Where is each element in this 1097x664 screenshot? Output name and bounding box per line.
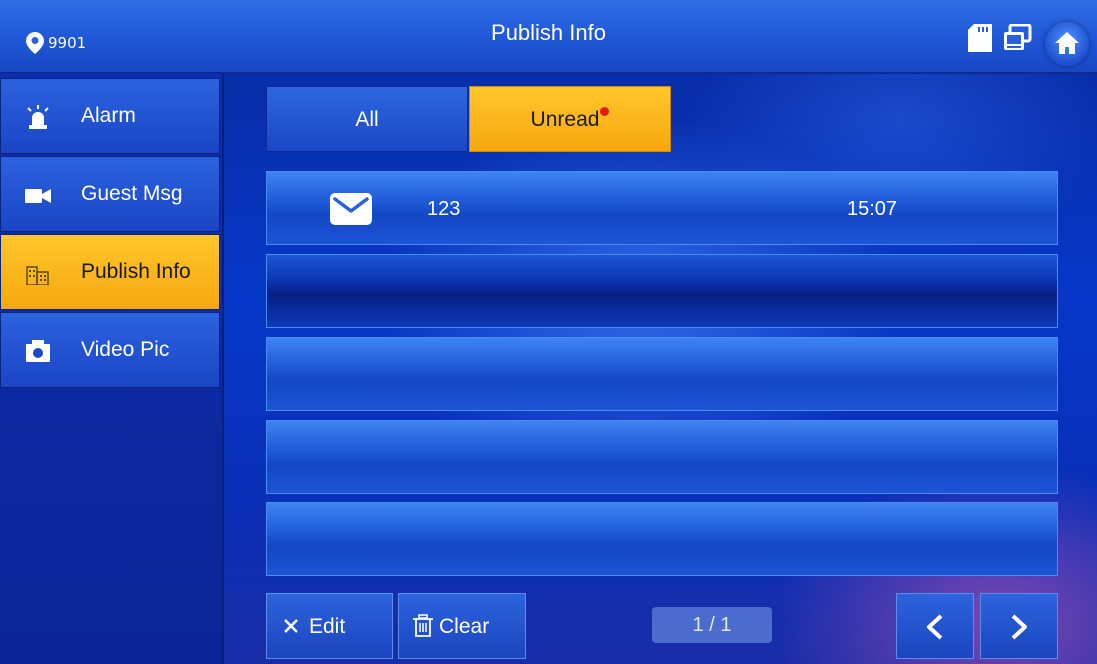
sidebar-item-label: Guest Msg (81, 182, 183, 205)
sidebar-item-label: Publish Info (81, 260, 191, 283)
top-bar: 9901 Publish Info (0, 0, 1097, 74)
message-title: 123 (427, 198, 461, 220)
next-page-button[interactable] (980, 593, 1058, 659)
sidebar-item-alarm[interactable]: Alarm (0, 78, 220, 154)
tab-all-label: All (355, 108, 379, 131)
close-x-icon (284, 619, 298, 633)
clear-button[interactable]: Clear (398, 593, 526, 659)
message-row-empty[interactable] (266, 337, 1058, 411)
sd-card-icon (968, 24, 992, 52)
publish-info-screen: 9901 Publish Info Alarm Guest Msg Publis… (0, 0, 1097, 664)
sidebar: Alarm Guest Msg Publish Info Video Pic (0, 74, 224, 664)
tab-unread[interactable]: Unread (469, 86, 671, 152)
message-row-empty[interactable] (266, 420, 1058, 494)
sidebar-item-label: Video Pic (81, 338, 170, 361)
prev-page-button[interactable] (896, 593, 974, 659)
sidebar-item-publish-info[interactable]: Publish Info (0, 234, 220, 310)
tab-unread-label: Unread (530, 108, 600, 131)
home-button[interactable] (1045, 22, 1089, 66)
trash-icon (413, 614, 433, 637)
camera-icon (26, 340, 50, 362)
envelope-icon (330, 193, 372, 225)
clear-label: Clear (439, 615, 490, 638)
home-icon (1055, 32, 1079, 54)
unread-dot-icon (600, 107, 610, 116)
video-camera-icon (25, 189, 51, 203)
tab-all[interactable]: All (266, 86, 468, 152)
building-icon (26, 266, 49, 285)
page-title: Publish Info (491, 20, 606, 45)
sidebar-item-guest-msg[interactable]: Guest Msg (0, 156, 220, 232)
message-time: 15:07 (847, 198, 898, 220)
message-row-empty[interactable] (266, 502, 1058, 576)
sidebar-item-label: Alarm (81, 104, 136, 127)
page-indicator: 1 / 1 (652, 607, 772, 643)
edit-button[interactable]: Edit (266, 593, 393, 659)
edit-label: Edit (309, 615, 346, 638)
chevron-left-icon (927, 614, 943, 640)
chevron-right-icon (1011, 614, 1027, 640)
alarm-bell-icon (27, 105, 49, 129)
sidebar-item-video-pic[interactable]: Video Pic (0, 312, 220, 388)
monitor-icon[interactable] (1002, 24, 1032, 54)
message-row-empty[interactable] (266, 254, 1058, 328)
message-row[interactable]: 123 15:07 (266, 171, 1058, 245)
